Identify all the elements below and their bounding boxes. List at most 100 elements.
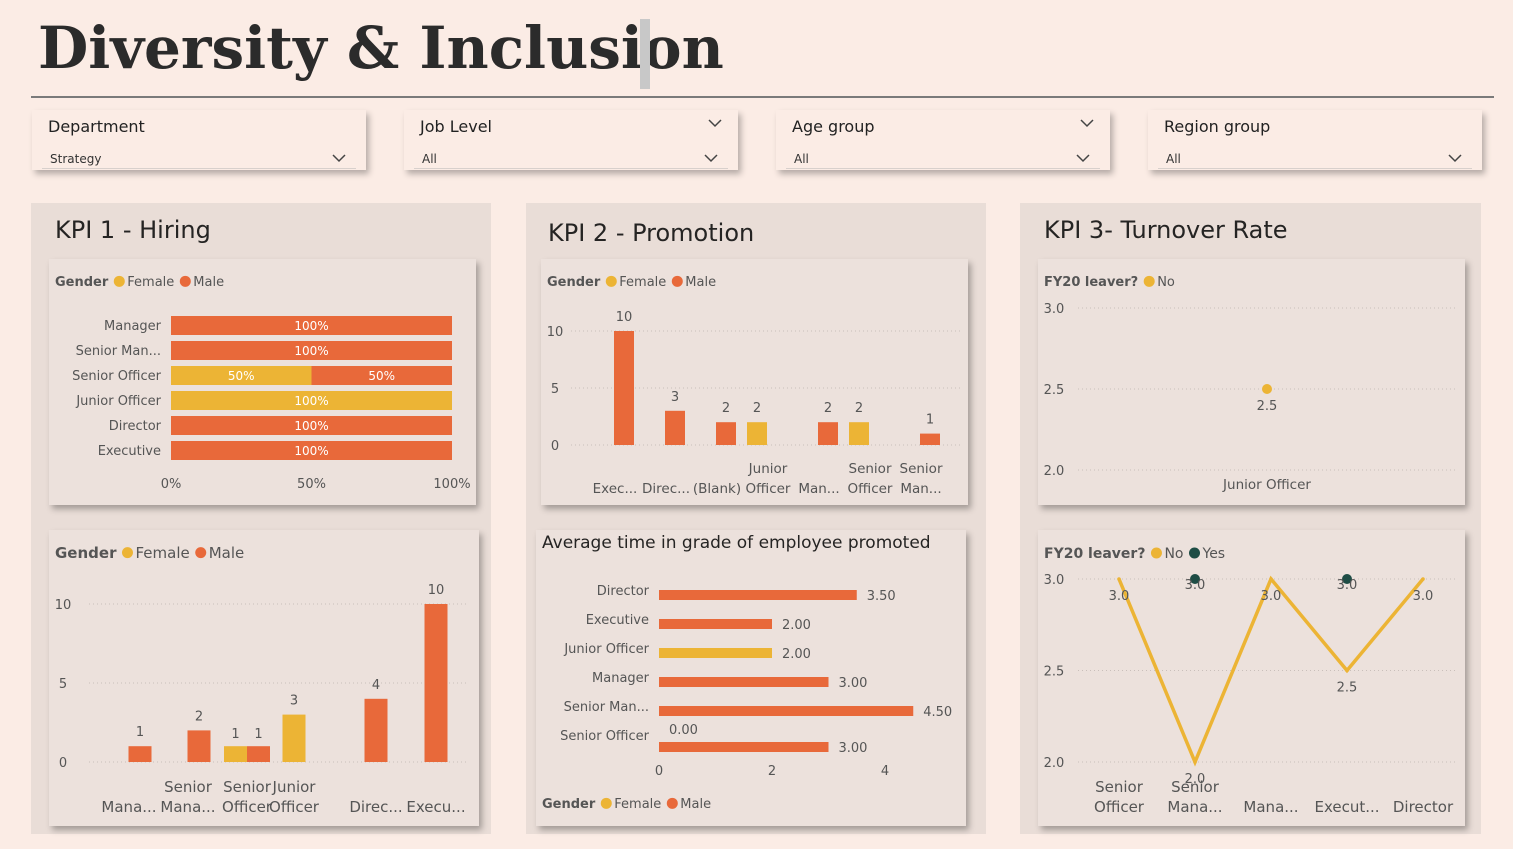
- region-group-dropdown[interactable]: All: [1158, 144, 1472, 169]
- data-label: 3.00: [839, 676, 868, 691]
- promotion-count-card[interactable]: Gender Female Male 0 5 10 10 3 2 2 2 2 1 Exec... Direc…: [541, 259, 968, 505]
- bar: [818, 422, 838, 445]
- hiring-count-chart: Gender Female Male 0 5 10 1 Mana... 2 Senior Mana.…: [55, 544, 469, 816]
- data-label: 2.5: [1257, 399, 1278, 414]
- legend-title: Gender: [55, 544, 117, 562]
- legend-marker: [600, 797, 612, 809]
- data-label: 0.00: [669, 723, 698, 738]
- data-label: 2: [722, 401, 730, 416]
- x-tick-label: 0%: [161, 477, 182, 492]
- x-tick-label: Senior: [164, 778, 213, 796]
- data-label: 10: [428, 583, 445, 598]
- legend-label: Female: [127, 275, 174, 290]
- y-tick-label: 2.5: [1044, 383, 1065, 398]
- department-slicer[interactable]: Department Strategy: [32, 110, 366, 170]
- chevron-down-icon[interactable]: [1080, 116, 1094, 130]
- region-group-slicer[interactable]: Region group All: [1148, 110, 1482, 170]
- y-tick-label: 2.0: [1044, 756, 1065, 771]
- y-tick-label: 0: [59, 756, 67, 771]
- bar: [659, 590, 857, 600]
- slicer-value: All: [794, 152, 809, 166]
- y-tick-label: 0: [551, 439, 559, 454]
- data-label: 2: [753, 401, 761, 416]
- x-tick-label: Junior: [272, 778, 317, 796]
- legend-title: FY20 leaver?: [1044, 546, 1145, 562]
- legend-label: Male: [193, 275, 224, 290]
- department-dropdown[interactable]: Strategy: [42, 144, 356, 169]
- data-label: 3.0: [1337, 578, 1358, 593]
- legend-label: Yes: [1202, 546, 1226, 562]
- x-tick-label: Senior: [1171, 778, 1220, 796]
- x-tick-label: Man...: [798, 481, 839, 497]
- data-label: 100%: [294, 444, 328, 458]
- x-tick-label: Mana...: [160, 798, 215, 816]
- legend-marker: [666, 797, 678, 809]
- title-divider: [31, 96, 1494, 98]
- y-tick-label: Senior Man...: [564, 700, 649, 715]
- turnover-junior-card[interactable]: FY20 leaver? No 3.0 2.5 2.0 2.5 Junior Officer: [1038, 259, 1465, 505]
- data-label: 2: [195, 709, 203, 724]
- y-tick-label: Director: [597, 584, 650, 599]
- chevron-down-icon[interactable]: [1448, 152, 1462, 164]
- turnover-line-card[interactable]: FY20 leaver? No Yes 3.0 2.5 2.0 3.0 2.0 3.0 2.5 3.…: [1038, 530, 1465, 826]
- legend-marker: [121, 547, 133, 559]
- bar: [282, 714, 306, 762]
- x-tick-label: Officer: [746, 481, 791, 497]
- bar: [128, 746, 152, 762]
- x-tick-label: Execut...: [1314, 798, 1379, 816]
- slicer-value: All: [1166, 152, 1181, 166]
- data-point: [1193, 760, 1197, 764]
- bar: [665, 410, 685, 445]
- title-text-cursor: [640, 19, 650, 89]
- age-group-dropdown[interactable]: All: [786, 144, 1100, 169]
- data-label: 3.0: [1261, 589, 1282, 604]
- x-tick-label: Officer: [1094, 798, 1145, 816]
- hiring-count-card[interactable]: Gender Female Male 0 5 10 1 Mana... 2 Senior Mana.…: [49, 530, 479, 826]
- y-tick-label: Junior Officer: [75, 394, 161, 409]
- legend-marker: [113, 275, 125, 287]
- slicer-title: Age group: [792, 117, 875, 136]
- y-tick-label: 10: [547, 325, 564, 340]
- hiring-share-chart: Gender Female Male Manager 100% Senior Man...…: [55, 275, 471, 492]
- data-label: 10: [616, 310, 633, 325]
- promotion-time-card[interactable]: Average time in grade of employee promot…: [536, 530, 966, 826]
- chevron-down-icon[interactable]: [704, 152, 718, 164]
- y-tick-label: 2.0: [1044, 464, 1065, 479]
- promotion-time-chart: Average time in grade of employee promot…: [542, 533, 952, 812]
- y-tick-label: Senior Man...: [76, 344, 161, 359]
- job-level-dropdown[interactable]: All: [414, 144, 728, 169]
- x-tick-label: 4: [881, 764, 889, 779]
- x-tick-label: 100%: [433, 477, 470, 492]
- bar: [849, 422, 869, 445]
- chevron-down-icon[interactable]: [332, 152, 346, 164]
- hiring-share-card[interactable]: Gender Female Male Manager 100% Senior Man...…: [49, 259, 476, 505]
- bar: [747, 422, 767, 445]
- slicer-value: Strategy: [50, 152, 102, 166]
- legend-label: Female: [135, 544, 189, 562]
- data-label: 3: [671, 390, 679, 405]
- data-label: 3.0: [1413, 589, 1434, 604]
- bar: [659, 706, 914, 716]
- chevron-down-icon[interactable]: [708, 116, 722, 130]
- bar: [659, 677, 829, 687]
- bar: [920, 433, 940, 445]
- x-tick-label: Direc...: [642, 481, 690, 497]
- y-tick-label: Senior Officer: [560, 729, 649, 744]
- data-label: 2: [855, 401, 863, 416]
- data-label: 1: [136, 725, 144, 740]
- bar: [716, 422, 736, 445]
- x-tick-label: 50%: [297, 477, 326, 492]
- job-level-slicer[interactable]: Job Level All: [404, 110, 738, 170]
- turnover-junior-chart: FY20 leaver? No 3.0 2.5 2.0 2.5 Junior Officer: [1044, 275, 1458, 493]
- chevron-down-icon[interactable]: [1076, 152, 1090, 164]
- x-tick-label: Execu...: [406, 798, 465, 816]
- legend-title: FY20 leaver?: [1044, 275, 1138, 290]
- x-tick-label: Senior: [900, 461, 943, 477]
- age-group-slicer[interactable]: Age group All: [776, 110, 1110, 170]
- x-tick-label: 0: [655, 764, 663, 779]
- bar: [224, 746, 247, 762]
- bar: [614, 331, 634, 445]
- x-tick-label: Mana...: [101, 798, 156, 816]
- legend-label: No: [1157, 275, 1175, 290]
- data-label: 3.00: [839, 741, 868, 756]
